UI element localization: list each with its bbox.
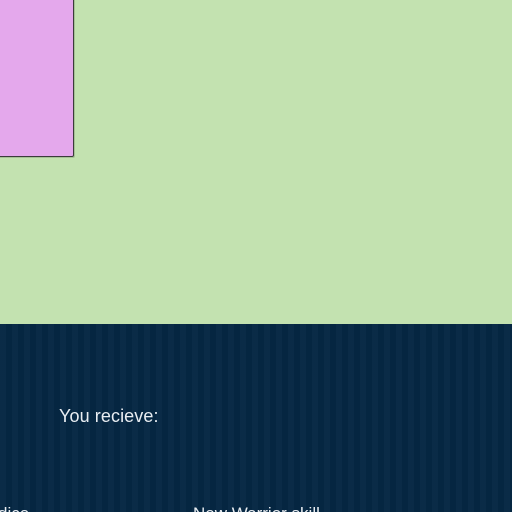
purple-card[interactable] (0, 0, 74, 157)
reward-item-warrior-skill[interactable]: New Warrior skill (193, 504, 320, 512)
play-area (0, 0, 512, 324)
reward-item-dice[interactable]: dice (0, 504, 29, 512)
reward-heading: You recieve: (59, 406, 159, 426)
game-screen: You recieve: dice New Warrior skill (0, 0, 512, 512)
reward-panel: You recieve: dice New Warrior skill (0, 324, 512, 512)
